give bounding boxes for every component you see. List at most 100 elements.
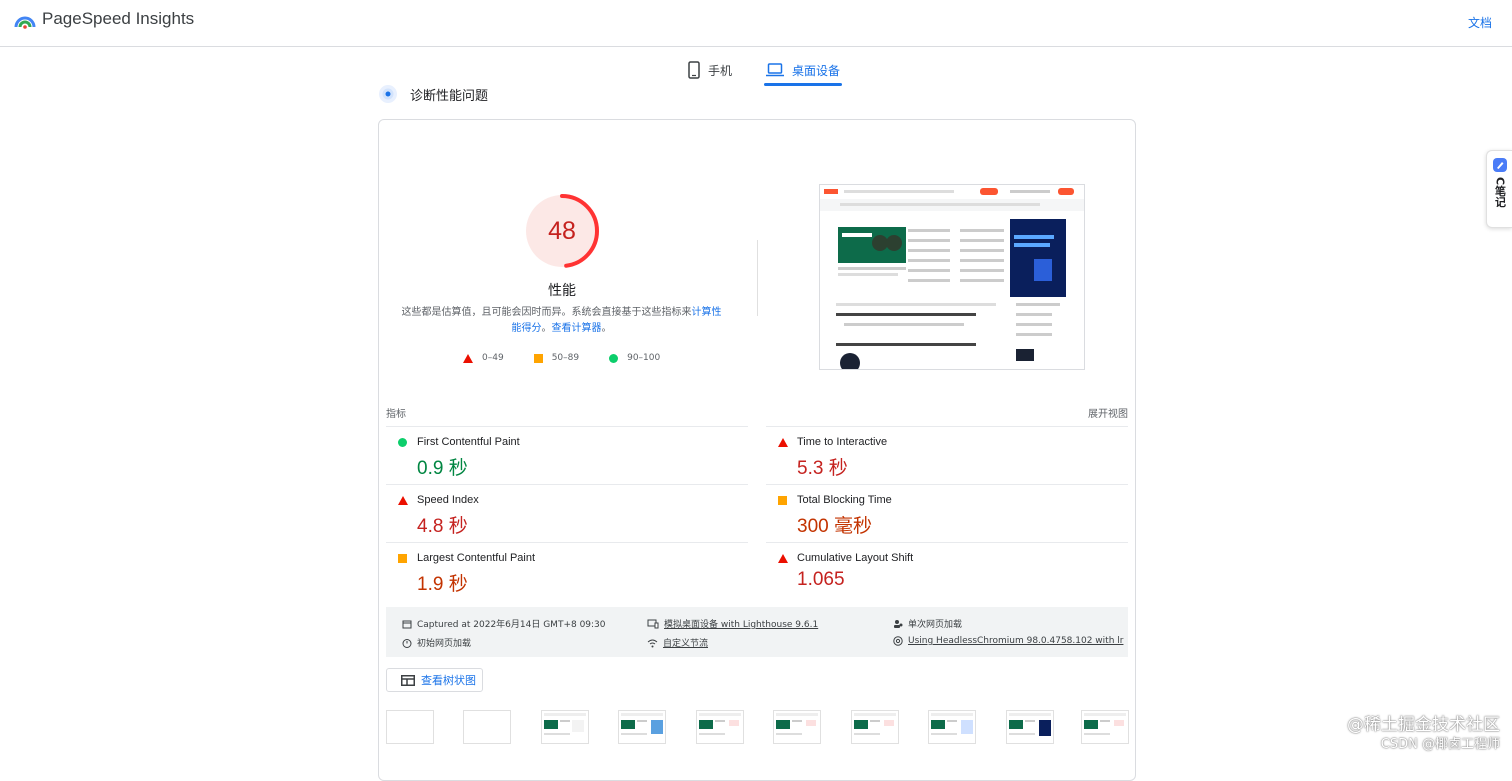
section-title: 诊断性能问题 xyxy=(410,88,489,104)
circle-icon xyxy=(609,353,619,363)
runtime-settings: Captured at 2022年6月14日 GMT+8 09:30 模拟桌面设… xyxy=(386,607,1128,657)
calendar-icon xyxy=(402,620,412,628)
watermark-line1: @稀土掘金技术社区 xyxy=(1347,715,1500,735)
people-icon xyxy=(894,619,903,628)
square-icon xyxy=(398,554,407,563)
filmstrip-frame xyxy=(928,710,976,744)
browser-info[interactable]: Using HeadlessChromium 98.0.4758.102 wit… xyxy=(893,636,1123,646)
devices-icon xyxy=(647,619,659,628)
treemap-label: 查看树状图 xyxy=(421,674,476,687)
emulated-device[interactable]: 模拟桌面设备 with Lighthouse 9.6.1 xyxy=(647,617,818,630)
captured-text: Captured at 2022年6月14日 GMT+8 09:30 xyxy=(417,620,606,630)
square-icon xyxy=(533,353,543,363)
desc-text: 这些都是估算值，且可能会因时而异。系统会直接基于这些指标来 xyxy=(401,307,692,318)
metric-name: Cumulative Layout Shift xyxy=(797,552,914,564)
filmstrip-frame xyxy=(1006,710,1054,744)
triangle-icon xyxy=(778,554,788,563)
view-treemap-button[interactable]: 查看树状图 xyxy=(386,668,483,692)
performance-description: 这些都是估算值，且可能会因时而异。系统会直接基于这些指标来计算性能得分。查看计算… xyxy=(399,305,724,337)
metric-name: First Contentful Paint xyxy=(417,436,520,448)
triangle-icon xyxy=(398,496,408,505)
timer-icon xyxy=(402,638,412,648)
tab-mobile[interactable]: 手机 xyxy=(686,55,734,85)
triangle-icon xyxy=(778,438,788,447)
metrics-header: 指标 展开视图 xyxy=(386,405,1128,420)
logo[interactable]: PageSpeed Insights xyxy=(14,9,194,29)
initial-load: 初始网页加载 xyxy=(402,636,471,649)
side-note-widget[interactable]: C笔记 xyxy=(1486,150,1512,228)
side-widget-label: C笔记 xyxy=(1493,177,1507,208)
treemap-icon xyxy=(401,674,415,686)
filmstrip-frame xyxy=(541,710,589,744)
laptop-icon xyxy=(766,63,785,77)
desc-text: 。 xyxy=(601,323,612,334)
chrome-icon xyxy=(893,636,903,646)
performance-score: 48 xyxy=(548,216,576,245)
tab-mobile-label: 手机 xyxy=(708,63,733,78)
legend-label: 50–89 xyxy=(551,353,580,363)
tab-desktop-label: 桌面设备 xyxy=(792,63,841,78)
metric-name: Time to Interactive xyxy=(797,436,888,448)
tab-desktop[interactable]: 桌面设备 xyxy=(764,55,843,86)
captured-at: Captured at 2022年6月14日 GMT+8 09:30 xyxy=(402,617,606,630)
filmstrip-frame xyxy=(618,710,666,744)
metric-tbt: Total Blocking Time 300 毫秒 xyxy=(766,484,1128,543)
filmstrip-frame xyxy=(386,710,434,744)
calculator-link[interactable]: 查看计算器 xyxy=(552,323,602,334)
legend-good: 90–100 xyxy=(609,353,660,363)
filmstrip-frame xyxy=(1081,710,1129,744)
top-bar: PageSpeed Insights 文档 xyxy=(0,0,1512,47)
metric-name: Largest Contentful Paint xyxy=(417,552,536,564)
legend-label: 0–49 xyxy=(482,353,504,363)
throttling[interactable]: 自定义节流 xyxy=(647,636,708,649)
report-panel: 48 性能 这些都是估算值，且可能会因时而异。系统会直接基于这些指标来计算性能得… xyxy=(378,119,1136,781)
metric-value: 0.9 秒 xyxy=(417,458,468,479)
filmstrip xyxy=(386,710,1129,744)
metric-cls: Cumulative Layout Shift 1.065 xyxy=(766,542,1128,601)
final-screenshot xyxy=(819,184,1085,370)
metric-name: Total Blocking Time xyxy=(797,494,892,506)
metric-tti: Time to Interactive 5.3 秒 xyxy=(766,426,1128,485)
metric-value: 5.3 秒 xyxy=(797,458,848,479)
docs-link[interactable]: 文档 xyxy=(1468,14,1492,31)
circle-icon xyxy=(398,438,407,447)
throttling-text: 自定义节流 xyxy=(663,639,709,649)
filmstrip-frame xyxy=(463,710,511,744)
metric-lcp: Largest Contentful Paint 1.9 秒 xyxy=(386,542,748,601)
pagespeed-logo-icon xyxy=(14,16,36,29)
note-pen-icon xyxy=(1492,158,1507,172)
metric-speed-index: Speed Index 4.8 秒 xyxy=(386,484,748,543)
metric-value: 1.065 xyxy=(797,569,845,590)
metric-name: Speed Index xyxy=(417,494,479,506)
device-tabs: 手机 桌面设备 xyxy=(686,55,843,86)
legend-average: 50–89 xyxy=(533,353,580,363)
performance-gauge: 48 xyxy=(524,193,600,269)
triangle-icon xyxy=(463,353,473,363)
initial-load-text: 初始网页加载 xyxy=(417,639,472,649)
metrics-title: 指标 xyxy=(386,409,406,420)
diagnose-icon xyxy=(379,85,397,103)
legend-label: 90–100 xyxy=(627,353,661,363)
emulated-text: 模拟桌面设备 with Lighthouse 9.6.1 xyxy=(664,620,819,630)
desc-text: 。 xyxy=(541,323,552,334)
phone-icon xyxy=(688,61,700,79)
single-load: 单次网页加载 xyxy=(893,617,962,630)
watermark-line2: CSDN @椰卤工程师 xyxy=(1380,737,1500,752)
metric-value: 1.9 秒 xyxy=(417,574,468,595)
square-icon xyxy=(778,496,787,505)
score-legend: 0–49 50–89 90–100 xyxy=(463,353,660,363)
divider xyxy=(757,240,758,316)
performance-label: 性能 xyxy=(548,283,576,299)
page-screenshot-image xyxy=(820,185,1084,369)
legend-poor: 0–49 xyxy=(463,353,504,363)
expand-view-toggle[interactable]: 展开视图 xyxy=(1088,405,1128,420)
single-load-text: 单次网页加载 xyxy=(908,620,963,630)
browser-text: Using HeadlessChromium 98.0.4758.102 wit… xyxy=(908,636,1124,646)
metric-value: 300 毫秒 xyxy=(797,516,872,537)
filmstrip-frame xyxy=(696,710,744,744)
wifi-icon xyxy=(647,639,658,647)
metric-value: 4.8 秒 xyxy=(417,516,468,537)
app-title: PageSpeed Insights xyxy=(42,9,195,28)
filmstrip-frame xyxy=(773,710,821,744)
watermark: @稀土掘金技术社区 CSDN @椰卤工程师 xyxy=(1347,715,1500,754)
